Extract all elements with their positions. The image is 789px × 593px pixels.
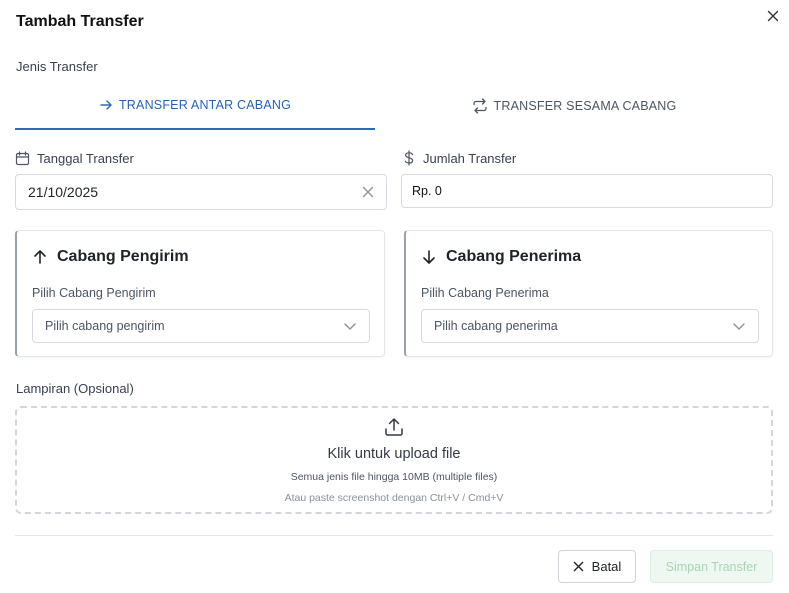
calendar-icon: [15, 150, 30, 165]
date-value: 21/10/2025: [28, 184, 99, 200]
sender-select-label: Pilih Cabang Pengirim: [32, 286, 156, 300]
repeat-icon: [472, 98, 487, 114]
receiver-branch-card: Cabang Penerima Pilih Cabang Penerima Pi…: [404, 230, 773, 357]
sender-branch-select[interactable]: Pilih cabang pengirim: [32, 309, 370, 343]
amount-label-text: Jumlah Transfer: [423, 150, 517, 166]
clear-date-button[interactable]: [362, 186, 374, 198]
sender-branch-card: Cabang Pengirim Pilih Cabang Pengirim Pi…: [15, 230, 385, 357]
save-label: Simpan Transfer: [665, 559, 758, 574]
arrow-up-icon: [34, 250, 46, 264]
tab-transfer-sesama-cabang[interactable]: TRANSFER SESAMA CABANG: [375, 82, 773, 130]
receiver-branch-select[interactable]: Pilih cabang penerima: [421, 309, 759, 343]
close-icon: [573, 561, 583, 572]
chevron-down-icon: [344, 323, 356, 330]
close-icon: [767, 10, 779, 22]
tab-label: TRANSFER ANTAR CABANG: [118, 98, 292, 112]
receiver-select-placeholder: Pilih cabang penerima: [434, 319, 558, 333]
upload-title: Klik untuk upload file: [327, 446, 461, 462]
cancel-button[interactable]: Batal: [558, 550, 636, 583]
attachment-label: Lampiran (Opsional): [16, 381, 134, 396]
dollar-icon: [404, 150, 414, 166]
date-input[interactable]: 21/10/2025: [15, 174, 387, 210]
upload-subtitle: Semua jenis file hingga 10MB (multiple f…: [290, 471, 498, 483]
sender-select-placeholder: Pilih cabang pengirim: [45, 319, 165, 333]
footer-divider: [15, 535, 773, 536]
sender-card-title: Cabang Pengirim: [32, 248, 189, 266]
tab-transfer-antar-cabang[interactable]: TRANSFER ANTAR CABANG: [15, 82, 375, 130]
close-icon: [362, 186, 374, 198]
date-label-text: Tanggal Transfer: [37, 150, 134, 166]
upload-hint: Atau paste screenshot dengan Ctrl+V / Cm…: [284, 492, 504, 504]
close-button[interactable]: [764, 7, 782, 25]
sender-title-text: Cabang Pengirim: [57, 248, 189, 265]
dialog-title: Tambah Transfer: [16, 13, 144, 30]
date-field-label: Tanggal Transfer: [15, 150, 134, 166]
amount-value: Rp. 0: [412, 184, 442, 198]
tab-label: TRANSFER SESAMA CABANG: [493, 99, 677, 113]
receiver-card-title: Cabang Penerima: [421, 248, 581, 266]
transfer-type-label: Jenis Transfer: [16, 59, 98, 74]
upload-icon: [385, 418, 403, 436]
receiver-title-text: Cabang Penerima: [446, 248, 582, 265]
file-upload-dropzone[interactable]: Klik untuk upload file Semua jenis file …: [15, 406, 773, 514]
add-transfer-dialog: Tambah Transfer Jenis Transfer TRANSFER …: [0, 0, 789, 593]
arrow-down-icon: [423, 250, 435, 264]
amount-input[interactable]: Rp. 0: [401, 174, 773, 208]
cancel-label: Batal: [591, 559, 622, 574]
amount-field-label: Jumlah Transfer: [402, 150, 516, 166]
save-transfer-button[interactable]: Simpan Transfer: [650, 550, 773, 583]
receiver-select-label: Pilih Cabang Penerima: [421, 286, 549, 300]
arrow-right-icon: [100, 100, 112, 110]
chevron-down-icon: [733, 323, 745, 330]
